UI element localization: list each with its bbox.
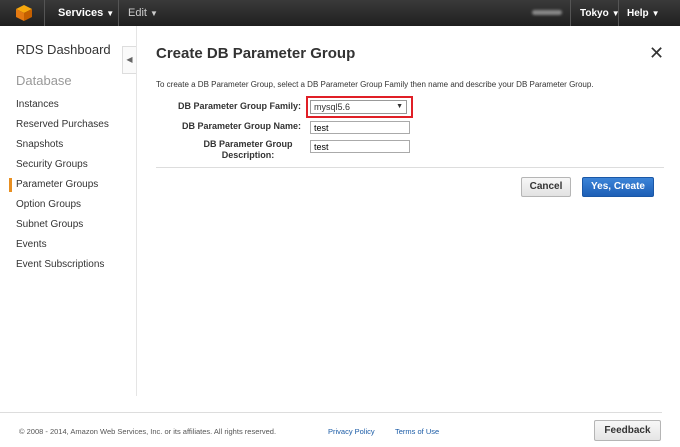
services-menu[interactable]: Services ▼ bbox=[58, 7, 114, 19]
description-label: DB Parameter Group Description: bbox=[203, 139, 293, 160]
sidebar-item-event-subscriptions[interactable]: Event Subscriptions bbox=[0, 255, 109, 275]
family-select[interactable]: mysql5.6 ▼ bbox=[310, 100, 407, 114]
dropdown-arrow-icon: ▼ bbox=[396, 103, 403, 110]
feedback-button[interactable]: Feedback bbox=[594, 420, 661, 441]
sidebar-item-option-groups[interactable]: Option Groups bbox=[0, 195, 109, 215]
chevron-down-icon: ▼ bbox=[106, 9, 115, 18]
group-description-input[interactable] bbox=[310, 140, 410, 153]
sidebar-nav: Instances Reserved Purchases Snapshots S… bbox=[0, 95, 109, 275]
group-name-input[interactable] bbox=[310, 121, 410, 134]
terms-of-use-link[interactable]: Terms of Use bbox=[395, 427, 439, 436]
dialog-title: Create DB Parameter Group bbox=[156, 45, 356, 62]
chevron-down-icon: ▼ bbox=[149, 9, 158, 18]
family-label: DB Parameter Group Family: bbox=[177, 101, 301, 111]
sidebar-item-subnet-groups[interactable]: Subnet Groups bbox=[0, 215, 109, 235]
sidebar-item-instances[interactable]: Instances bbox=[0, 95, 109, 115]
sidebar-item-reserved-purchases[interactable]: Reserved Purchases bbox=[0, 115, 109, 135]
sidebar-item-security-groups[interactable]: Security Groups bbox=[0, 155, 109, 175]
sidebar: RDS Dashboard Database Instances Reserve… bbox=[0, 26, 136, 396]
dialog-instructions: To create a DB Parameter Group, select a… bbox=[156, 80, 594, 89]
chevron-down-icon: ▼ bbox=[651, 9, 660, 18]
yes-create-button[interactable]: Yes, Create bbox=[582, 177, 654, 197]
sidebar-title[interactable]: RDS Dashboard bbox=[16, 42, 111, 57]
dialog-divider bbox=[156, 167, 664, 168]
copyright-text: © 2008 - 2014, Amazon Web Services, Inc.… bbox=[19, 427, 277, 436]
collapse-sidebar-button[interactable]: ◀ bbox=[122, 46, 136, 74]
sidebar-item-snapshots[interactable]: Snapshots bbox=[0, 135, 109, 155]
cancel-button[interactable]: Cancel bbox=[521, 177, 571, 197]
help-menu[interactable]: Help ▼ bbox=[627, 8, 660, 19]
topbar-divider bbox=[618, 0, 619, 26]
sidebar-section-heading: Database bbox=[16, 73, 72, 88]
region-menu[interactable]: Tokyo ▼ bbox=[580, 8, 620, 19]
topbar-divider bbox=[118, 0, 119, 26]
name-label: DB Parameter Group Name: bbox=[181, 121, 301, 131]
close-icon[interactable]: ✕ bbox=[649, 44, 664, 62]
footer-divider bbox=[0, 412, 662, 413]
topbar-divider bbox=[44, 0, 45, 26]
top-nav-bar: Services ▼ Edit ▼ Tokyo ▼ Help ▼ bbox=[0, 0, 680, 26]
edit-menu[interactable]: Edit ▼ bbox=[128, 7, 158, 19]
family-select-value: mysql5.6 bbox=[314, 102, 351, 112]
sidebar-divider bbox=[136, 26, 137, 396]
topbar-divider bbox=[570, 0, 571, 26]
aws-cube-logo-icon[interactable] bbox=[14, 4, 34, 22]
privacy-policy-link[interactable]: Privacy Policy bbox=[328, 427, 375, 436]
account-menu[interactable] bbox=[532, 10, 562, 15]
sidebar-item-parameter-groups[interactable]: Parameter Groups bbox=[0, 175, 109, 195]
chevron-left-icon: ◀ bbox=[126, 55, 133, 64]
sidebar-item-events[interactable]: Events bbox=[0, 235, 109, 255]
